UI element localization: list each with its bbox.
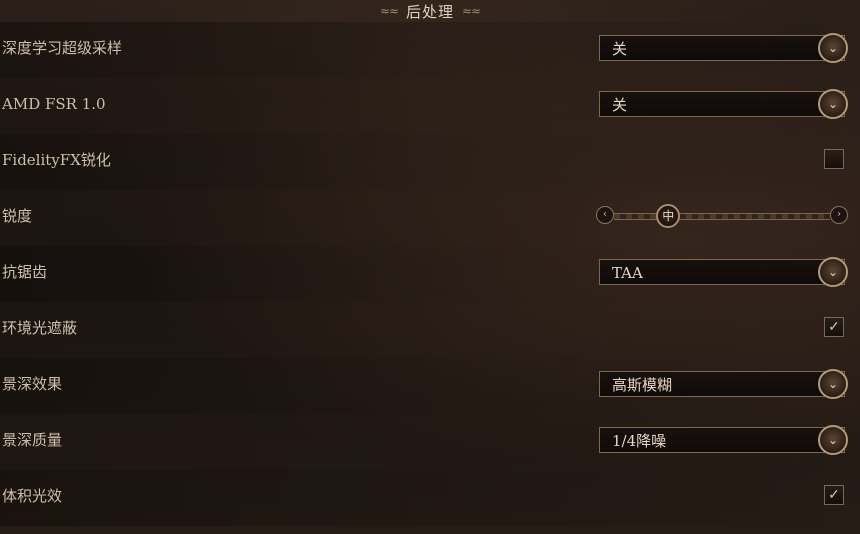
checkmark-icon: ✓	[828, 319, 840, 335]
slider-track[interactable]	[614, 213, 830, 220]
setting-row-depth-of-field: 景深效果 高斯模糊 ⌄	[0, 358, 860, 414]
setting-label: 抗锯齿	[2, 263, 48, 281]
flourish-left-icon: ≈≈	[379, 4, 399, 18]
flourish-right-icon: ≈≈	[462, 4, 481, 18]
dropdown-value: TAA	[612, 264, 643, 282]
setting-row-volumetric-light: 体积光效 ✓	[0, 470, 860, 526]
chevron-left-icon[interactable]: ‹	[596, 206, 614, 224]
chevron-down-icon[interactable]: ⌄	[818, 257, 848, 287]
depth-of-field-dropdown[interactable]: 高斯模糊 ⌄	[599, 369, 848, 399]
antialiasing-dropdown[interactable]: TAA ⌄	[599, 257, 848, 287]
slider-knob[interactable]: 中	[656, 204, 681, 228]
chevron-down-icon[interactable]: ⌄	[818, 89, 848, 119]
setting-label: 景深效果	[2, 375, 63, 393]
dlss-dropdown[interactable]: 关 ⌄	[599, 33, 848, 63]
dropdown-value: 1/4降噪	[612, 432, 667, 450]
setting-label: 景深质量	[2, 431, 63, 449]
setting-label: 锐度	[2, 207, 33, 225]
section-title: 后处理	[405, 2, 454, 21]
setting-row-ambient-occlusion: 环境光遮蔽 ✓	[0, 302, 860, 358]
dropdown-value: 关	[612, 40, 628, 58]
fidelityfx-checkbox[interactable]	[824, 149, 844, 169]
dropdown-value: 关	[612, 96, 628, 114]
chevron-down-icon[interactable]: ⌄	[818, 425, 848, 455]
chevron-down-icon[interactable]: ⌄	[818, 33, 848, 63]
setting-label: 深度学习超级采样	[2, 39, 123, 57]
setting-label: 环境光遮蔽	[2, 319, 78, 337]
ambient-occlusion-checkbox[interactable]: ✓	[824, 317, 844, 337]
dropdown-value: 高斯模糊	[612, 376, 673, 394]
setting-row-fsr: AMD FSR 1.0 关 ⌄	[0, 78, 860, 134]
volumetric-light-checkbox[interactable]: ✓	[824, 485, 844, 505]
checkmark-icon: ✓	[828, 487, 840, 503]
dof-quality-dropdown[interactable]: 1/4降噪 ⌄	[599, 425, 848, 455]
setting-label: 体积光效	[2, 487, 63, 505]
settings-list: 深度学习超级采样 关 ⌄ AMD FSR 1.0 关 ⌄ FidelityFX锐…	[0, 22, 860, 526]
setting-row-fidelityfx: FidelityFX锐化	[0, 134, 860, 190]
setting-row-dof-quality: 景深质量 1/4降噪 ⌄	[0, 414, 860, 470]
chevron-right-icon[interactable]: ›	[830, 206, 848, 224]
setting-row-antialiasing: 抗锯齿 TAA ⌄	[0, 246, 860, 302]
setting-row-dlss: 深度学习超级采样 关 ⌄	[0, 22, 860, 78]
setting-label: FidelityFX锐化	[2, 151, 111, 169]
section-header: ≈≈ 后处理 ≈≈	[0, 0, 860, 22]
setting-row-sharpness: 锐度 ‹ 中 ›	[0, 190, 860, 246]
setting-label: AMD FSR 1.0	[2, 95, 106, 113]
chevron-down-icon[interactable]: ⌄	[818, 369, 848, 399]
sharpness-slider[interactable]: ‹ 中 ›	[596, 204, 848, 228]
fsr-dropdown[interactable]: 关 ⌄	[599, 89, 848, 119]
